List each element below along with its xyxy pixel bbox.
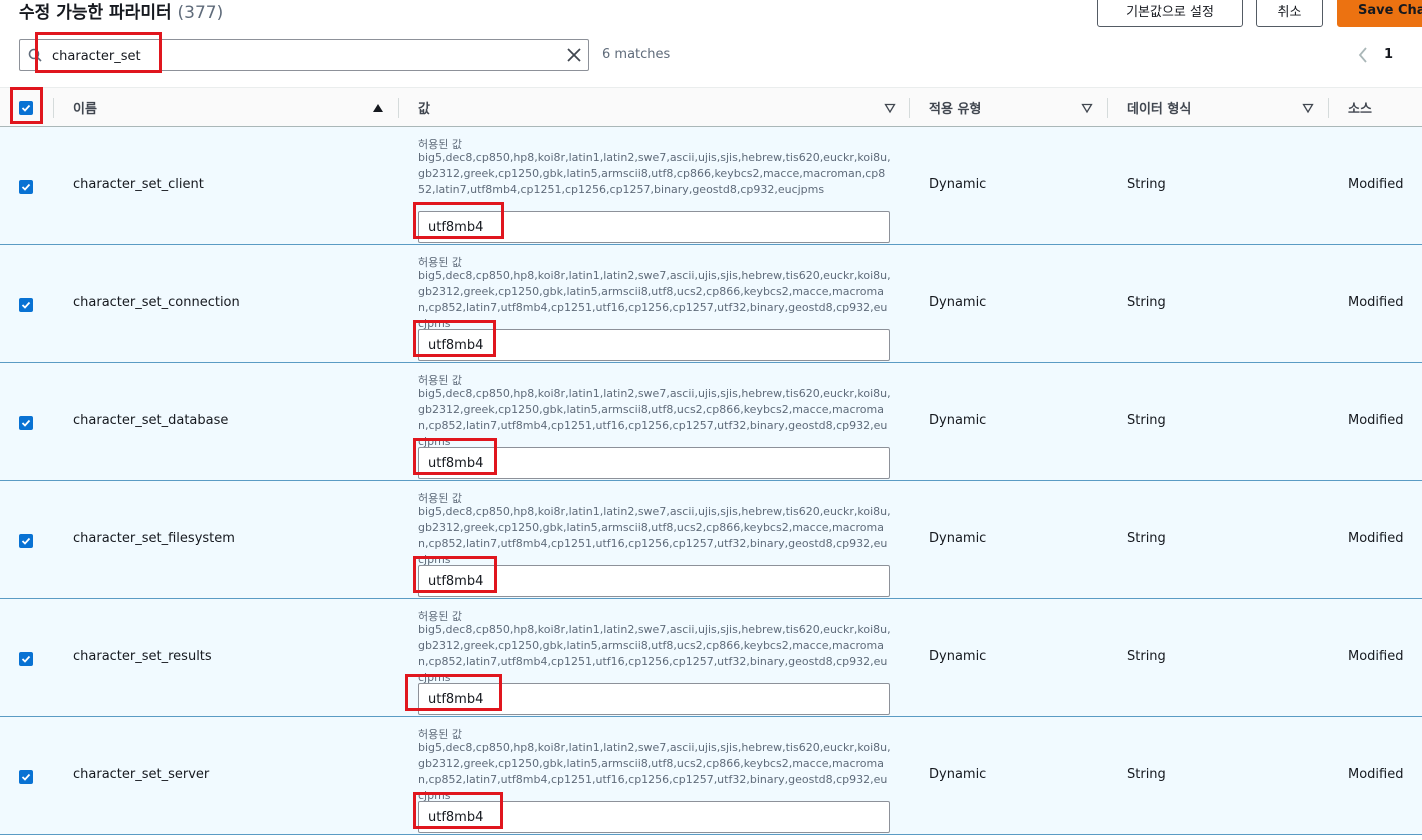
allowed-values-text: big5,dec8,cp850,hp8,koi8r,latin1,latin2,… bbox=[418, 151, 891, 196]
parameter-value-input[interactable] bbox=[418, 801, 890, 833]
check-icon bbox=[21, 537, 31, 545]
source-cell: Modified bbox=[1348, 295, 1404, 310]
source-cell: Modified bbox=[1348, 649, 1404, 664]
page-title-text: 수정 가능한 파라미터 bbox=[19, 3, 172, 23]
pagination-current-page[interactable]: 1 bbox=[1384, 47, 1393, 62]
save-changes-button[interactable]: Save Changes bbox=[1337, 0, 1422, 27]
allowed-values-text: big5,dec8,cp850,hp8,koi8r,latin1,latin2,… bbox=[418, 387, 891, 448]
parameter-name: character_set_server bbox=[73, 767, 210, 782]
sort-icon[interactable] bbox=[884, 102, 896, 114]
column-divider bbox=[1107, 98, 1108, 118]
data-type-cell: String bbox=[1127, 649, 1166, 664]
table-row: character_set_client 허용된 값 big5,dec8,cp8… bbox=[0, 127, 1422, 245]
match-count: 6 matches bbox=[602, 47, 671, 62]
source-cell: Modified bbox=[1348, 413, 1404, 428]
parameter-name: character_set_results bbox=[73, 649, 212, 664]
reset-to-default-button[interactable]: 기본값으로 설정 bbox=[1097, 0, 1243, 27]
column-header-source[interactable]: 소스 bbox=[1348, 88, 1372, 127]
search-icon bbox=[28, 48, 42, 62]
table-row: character_set_connection 허용된 값 big5,dec8… bbox=[0, 245, 1422, 363]
check-icon bbox=[21, 419, 31, 427]
check-icon bbox=[21, 301, 31, 309]
search-field[interactable] bbox=[19, 39, 589, 71]
table-row: character_set_server 허용된 값 big5,dec8,cp8… bbox=[0, 717, 1422, 835]
allowed-values-text: big5,dec8,cp850,hp8,koi8r,latin1,latin2,… bbox=[418, 269, 891, 330]
column-header-data-type[interactable]: 데이터 형식 bbox=[1127, 88, 1191, 127]
parameter-value-input[interactable] bbox=[418, 565, 890, 597]
parameter-name: character_set_client bbox=[73, 177, 204, 192]
apply-type-cell: Dynamic bbox=[929, 177, 987, 192]
parameter-value-input[interactable] bbox=[418, 683, 890, 715]
row-checkbox[interactable] bbox=[19, 652, 33, 666]
data-type-cell: String bbox=[1127, 413, 1166, 428]
row-checkbox[interactable] bbox=[19, 770, 33, 784]
clear-icon[interactable] bbox=[566, 47, 582, 63]
source-cell: Modified bbox=[1348, 531, 1404, 546]
apply-type-cell: Dynamic bbox=[929, 767, 987, 782]
search-input[interactable] bbox=[52, 45, 552, 67]
row-checkbox[interactable] bbox=[19, 180, 33, 194]
page-header: 수정 가능한 파라미터 (377) 기본값으로 설정 취소 Save Chang… bbox=[0, 0, 1422, 36]
allowed-values-text: big5,dec8,cp850,hp8,koi8r,latin1,latin2,… bbox=[418, 505, 891, 566]
check-icon bbox=[21, 773, 31, 781]
data-type-cell: String bbox=[1127, 295, 1166, 310]
check-icon bbox=[21, 655, 31, 663]
row-checkbox[interactable] bbox=[19, 416, 33, 430]
column-header-value[interactable]: 값 bbox=[418, 88, 430, 127]
source-cell: Modified bbox=[1348, 177, 1404, 192]
allowed-values-text: big5,dec8,cp850,hp8,koi8r,latin1,latin2,… bbox=[418, 623, 891, 684]
select-all-checkbox[interactable] bbox=[19, 88, 33, 127]
data-type-cell: String bbox=[1127, 531, 1166, 546]
page-title: 수정 가능한 파라미터 (377) bbox=[19, 0, 223, 23]
check-icon bbox=[21, 104, 31, 112]
table-header: 이름 값 적용 유형 데이터 형식 소스 bbox=[0, 87, 1422, 127]
cancel-button[interactable]: 취소 bbox=[1256, 0, 1323, 27]
column-header-name[interactable]: 이름 bbox=[73, 88, 97, 127]
source-cell: Modified bbox=[1348, 767, 1404, 782]
parameter-name: character_set_database bbox=[73, 413, 229, 428]
parameter-value-input[interactable] bbox=[418, 211, 890, 243]
parameter-value-input[interactable] bbox=[418, 447, 890, 479]
row-checkbox[interactable] bbox=[19, 534, 33, 548]
table-row: character_set_results 허용된 값 big5,dec8,cp… bbox=[0, 599, 1422, 717]
sort-icon[interactable] bbox=[1302, 102, 1314, 114]
allowed-values-text: big5,dec8,cp850,hp8,koi8r,latin1,latin2,… bbox=[418, 741, 891, 802]
parameter-value-input[interactable] bbox=[418, 329, 890, 361]
column-divider bbox=[1328, 98, 1329, 118]
column-divider bbox=[398, 98, 399, 118]
column-divider bbox=[53, 98, 54, 118]
checkbox-checked[interactable] bbox=[19, 100, 33, 115]
parameter-name: character_set_filesystem bbox=[73, 531, 235, 546]
table-row: character_set_database 허용된 값 big5,dec8,c… bbox=[0, 363, 1422, 481]
check-icon bbox=[21, 183, 31, 191]
apply-type-cell: Dynamic bbox=[929, 531, 987, 546]
parameter-count: (377) bbox=[177, 3, 224, 23]
data-type-cell: String bbox=[1127, 767, 1166, 782]
apply-type-cell: Dynamic bbox=[929, 295, 987, 310]
sort-ascending-icon[interactable] bbox=[372, 102, 384, 114]
column-divider bbox=[909, 98, 910, 118]
chevron-left-icon[interactable] bbox=[1356, 45, 1370, 65]
sort-icon[interactable] bbox=[1081, 102, 1093, 114]
data-type-cell: String bbox=[1127, 177, 1166, 192]
apply-type-cell: Dynamic bbox=[929, 413, 987, 428]
parameter-name: character_set_connection bbox=[73, 295, 240, 310]
row-checkbox[interactable] bbox=[19, 298, 33, 312]
table-row: character_set_filesystem 허용된 값 big5,dec8… bbox=[0, 481, 1422, 599]
apply-type-cell: Dynamic bbox=[929, 649, 987, 664]
column-header-apply-type[interactable]: 적용 유형 bbox=[929, 88, 981, 127]
